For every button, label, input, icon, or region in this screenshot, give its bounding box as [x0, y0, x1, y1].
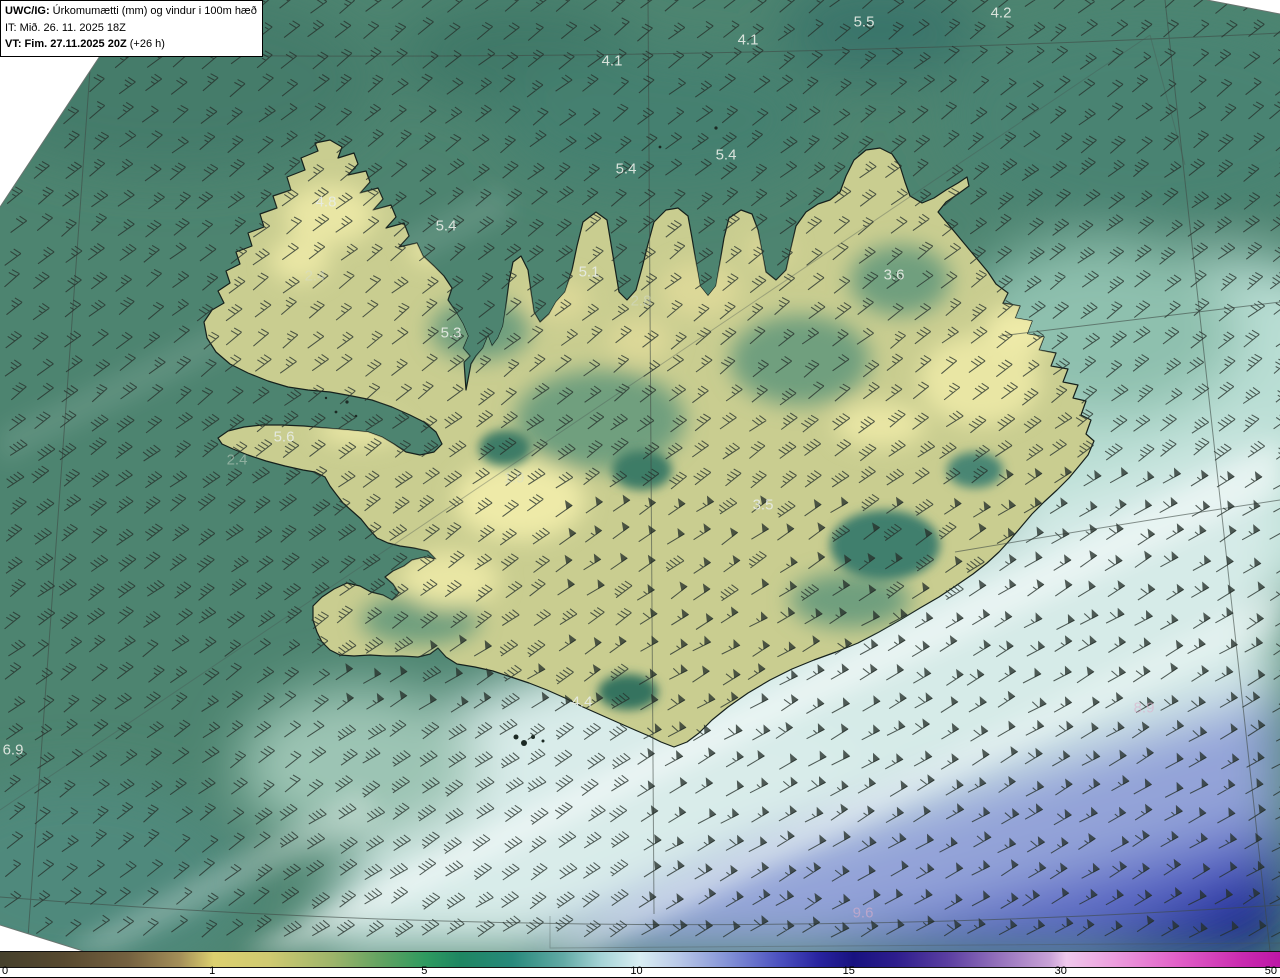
colorbar-tick-label: 10 — [630, 965, 643, 977]
map-svg — [0, 0, 1280, 951]
title-line-product: UWC/IG: Úrkomumætti (mm) og vindur i 100… — [5, 5, 257, 17]
colorbar-tick-label: 30 — [1054, 965, 1067, 977]
title-box: UWC/IG: Úrkomumætti (mm) og vindur i 100… — [0, 0, 263, 57]
colorbar-tick-label: 0 — [2, 965, 9, 977]
weather-map-page: 4.1 4.1 5.5 4.2 5.4 5.4 4.8 5.4 5.1 3.6 2.4 2.8 5.3 5… — [0, 0, 1280, 978]
title-line-init: IT: Mið. 26. 11. 2025 18Z — [5, 21, 126, 34]
title-line-valid: VT: Fim. 27.11.2025 20Z (+26 h) — [5, 38, 165, 50]
colorbar-tick-label: 15 — [842, 965, 855, 977]
colorbar-tick-row: 0 1 5 10 15 30 50 — [0, 965, 1280, 977]
colorbar-tick-label: 5 — [421, 965, 428, 977]
colorbar-tick-label: 1 — [209, 965, 216, 977]
colorbar-tick-label: 50 — [1264, 965, 1277, 977]
map-canvas: 4.1 4.1 5.5 4.2 5.4 5.4 4.8 5.4 5.1 3.6 2.4 2.8 5.3 5… — [0, 0, 1280, 951]
